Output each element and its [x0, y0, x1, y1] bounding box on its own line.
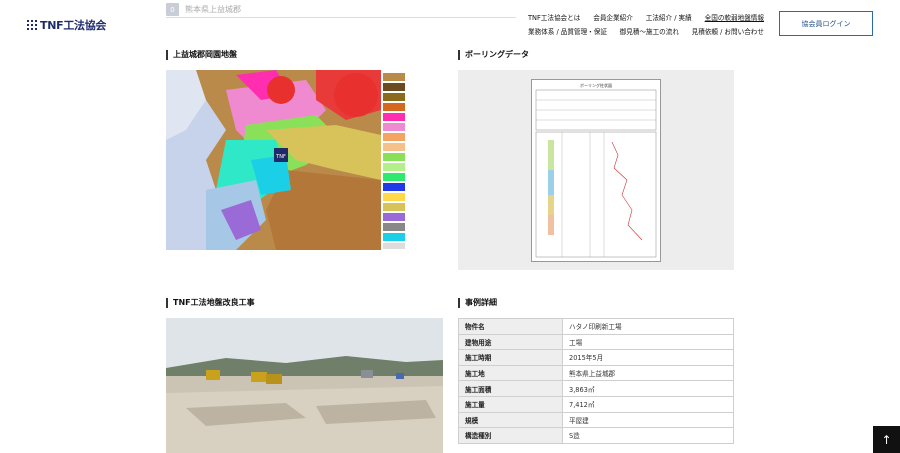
- table-row: 施工面積 3,863㎡: [458, 380, 734, 397]
- title-bar: [458, 297, 460, 308]
- row-value: 平屋建: [562, 411, 734, 429]
- row-value: ハタノ印刷新工場: [562, 318, 734, 335]
- construction-photo-image: [166, 318, 443, 453]
- boring-log-image: ボーリング柱状図: [535, 82, 657, 258]
- map-section-title: 上益城郡岡園地盤: [166, 49, 237, 60]
- boring-data-panel: ボーリング柱状図: [458, 70, 734, 270]
- detail-title-text: 事例詳細: [465, 298, 497, 307]
- table-row: 規模 平屋建: [458, 411, 734, 429]
- row-label: 物件名: [458, 318, 563, 335]
- title-bar: [458, 49, 460, 60]
- row-label: 施工地: [458, 364, 563, 382]
- site-logo[interactable]: TNF工法協会: [27, 17, 106, 33]
- boring-section-title: ボーリングデータ: [458, 49, 529, 60]
- logo-grid-icon: [27, 20, 37, 30]
- boring-sheet-title: ボーリング柱状図: [580, 82, 612, 88]
- nav-item-contact[interactable]: 見積依頼 / お問い合わせ: [692, 26, 764, 36]
- table-row: 施工時期 2015年5月: [458, 349, 734, 366]
- row-label: 施工面積: [458, 380, 563, 397]
- nav-item-flow[interactable]: 御見積～施工の流れ: [620, 26, 679, 36]
- nav-item-quality[interactable]: 業務体系 / 品質管理・保証: [528, 26, 607, 36]
- table-row: 施工量 7,412㎥: [458, 395, 734, 413]
- nav-row-1: TNF工法協会とは 会員企業紹介 工法紹介 / 実績 全国の軟弱地盤情報: [528, 10, 764, 24]
- global-nav: TNF工法協会とは 会員企業紹介 工法紹介 / 実績 全国の軟弱地盤情報 業務体…: [528, 10, 764, 38]
- breadcrumb: 0 熊本県上益城郡: [166, 2, 516, 18]
- map-title-text: 上益城郡岡園地盤: [173, 50, 237, 59]
- logo-text: TNF工法協会: [40, 19, 107, 32]
- breadcrumb-home-icon[interactable]: 0: [166, 3, 179, 16]
- geology-map-image: TNF: [166, 70, 416, 250]
- row-label: 建物用途: [458, 333, 563, 351]
- page: TNF工法協会 0 熊本県上益城郡 TNF工法協会とは 会員企業紹介 工法紹介 …: [0, 0, 900, 453]
- row-value: 2015年5月: [562, 349, 734, 366]
- row-label: 規模: [458, 411, 563, 429]
- row-value: S造: [562, 427, 734, 444]
- arrow-up-icon: ↑: [881, 432, 892, 447]
- scroll-top-button[interactable]: ↑: [873, 426, 900, 453]
- nav-item-members[interactable]: 会員企業紹介: [593, 12, 633, 22]
- nav-item-method[interactable]: 工法紹介 / 実績: [646, 12, 692, 22]
- title-bar: [166, 297, 168, 308]
- row-label: 構造種別: [458, 427, 563, 444]
- detail-section-title: 事例詳細: [458, 297, 497, 308]
- breadcrumb-current: 熊本県上益城郡: [185, 5, 241, 14]
- row-value: 3,863㎡: [562, 380, 734, 397]
- geology-map: TNF: [166, 70, 416, 250]
- map-marker-label: TNF: [275, 154, 286, 160]
- nav-row-2: 業務体系 / 品質管理・保証 御見積～施工の流れ 見積依頼 / お問い合わせ: [528, 24, 764, 38]
- construction-photo: [166, 318, 443, 453]
- row-value: 熊本県上益城郡: [562, 364, 734, 382]
- boring-title-text: ボーリングデータ: [465, 50, 529, 59]
- member-login-button[interactable]: 協会員ログイン: [779, 11, 873, 36]
- table-row: 建物用途 工場: [458, 333, 734, 351]
- map-legend: [382, 70, 416, 250]
- boring-log-sheet[interactable]: ボーリング柱状図: [531, 79, 661, 262]
- table-row: 施工地 熊本県上益城郡: [458, 364, 734, 382]
- nav-item-about[interactable]: TNF工法協会とは: [528, 12, 580, 22]
- title-bar: [166, 49, 168, 60]
- row-value: 工場: [562, 333, 734, 351]
- row-value: 7,412㎥: [562, 395, 734, 413]
- table-row: 構造種別 S造: [458, 427, 734, 444]
- photo-section-title: TNF工法地盤改良工事: [166, 297, 255, 308]
- row-label: 施工時期: [458, 349, 563, 366]
- nav-item-soft-ground[interactable]: 全国の軟弱地盤情報: [705, 12, 764, 22]
- photo-title-text: TNF工法地盤改良工事: [173, 298, 255, 307]
- detail-table: 物件名 ハタノ印刷新工場 建物用途 工場 施工時期 2015年5月 施工地 熊本県上益城…: [458, 318, 734, 444]
- table-row: 物件名 ハタノ印刷新工場: [458, 318, 734, 335]
- row-label: 施工量: [458, 395, 563, 413]
